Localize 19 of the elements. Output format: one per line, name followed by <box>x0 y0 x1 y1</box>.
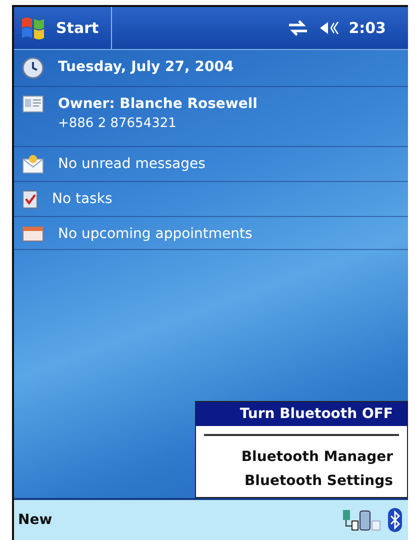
windows-flag-icon <box>20 15 46 41</box>
envelope-icon <box>22 154 44 174</box>
new-button[interactable]: New <box>16 510 54 530</box>
bluetooth-icon[interactable] <box>388 508 402 532</box>
today-item-title[interactable]: Owner: Blanche Rosewell <box>58 96 258 112</box>
menu-item[interactable]: Turn Bluetooth OFF <box>196 402 407 426</box>
today-item-title[interactable]: Tuesday, July 27, 2004 <box>58 59 234 75</box>
start-button[interactable]: Start <box>14 7 112 49</box>
calendar-icon <box>22 224 44 242</box>
today-item-title[interactable]: No tasks <box>52 191 112 207</box>
clock-time[interactable]: 2:03 <box>348 19 386 37</box>
owner-phone[interactable]: +886 2 87654321 <box>58 116 258 131</box>
clock-icon <box>22 57 44 79</box>
clipboard-check-icon <box>22 189 38 209</box>
device-sync-icon[interactable] <box>342 509 382 531</box>
contact-card-icon <box>22 94 44 114</box>
today-item-title[interactable]: No unread messages <box>58 156 206 172</box>
speaker-icon[interactable] <box>318 20 341 36</box>
connectivity-icon[interactable] <box>286 20 309 36</box>
